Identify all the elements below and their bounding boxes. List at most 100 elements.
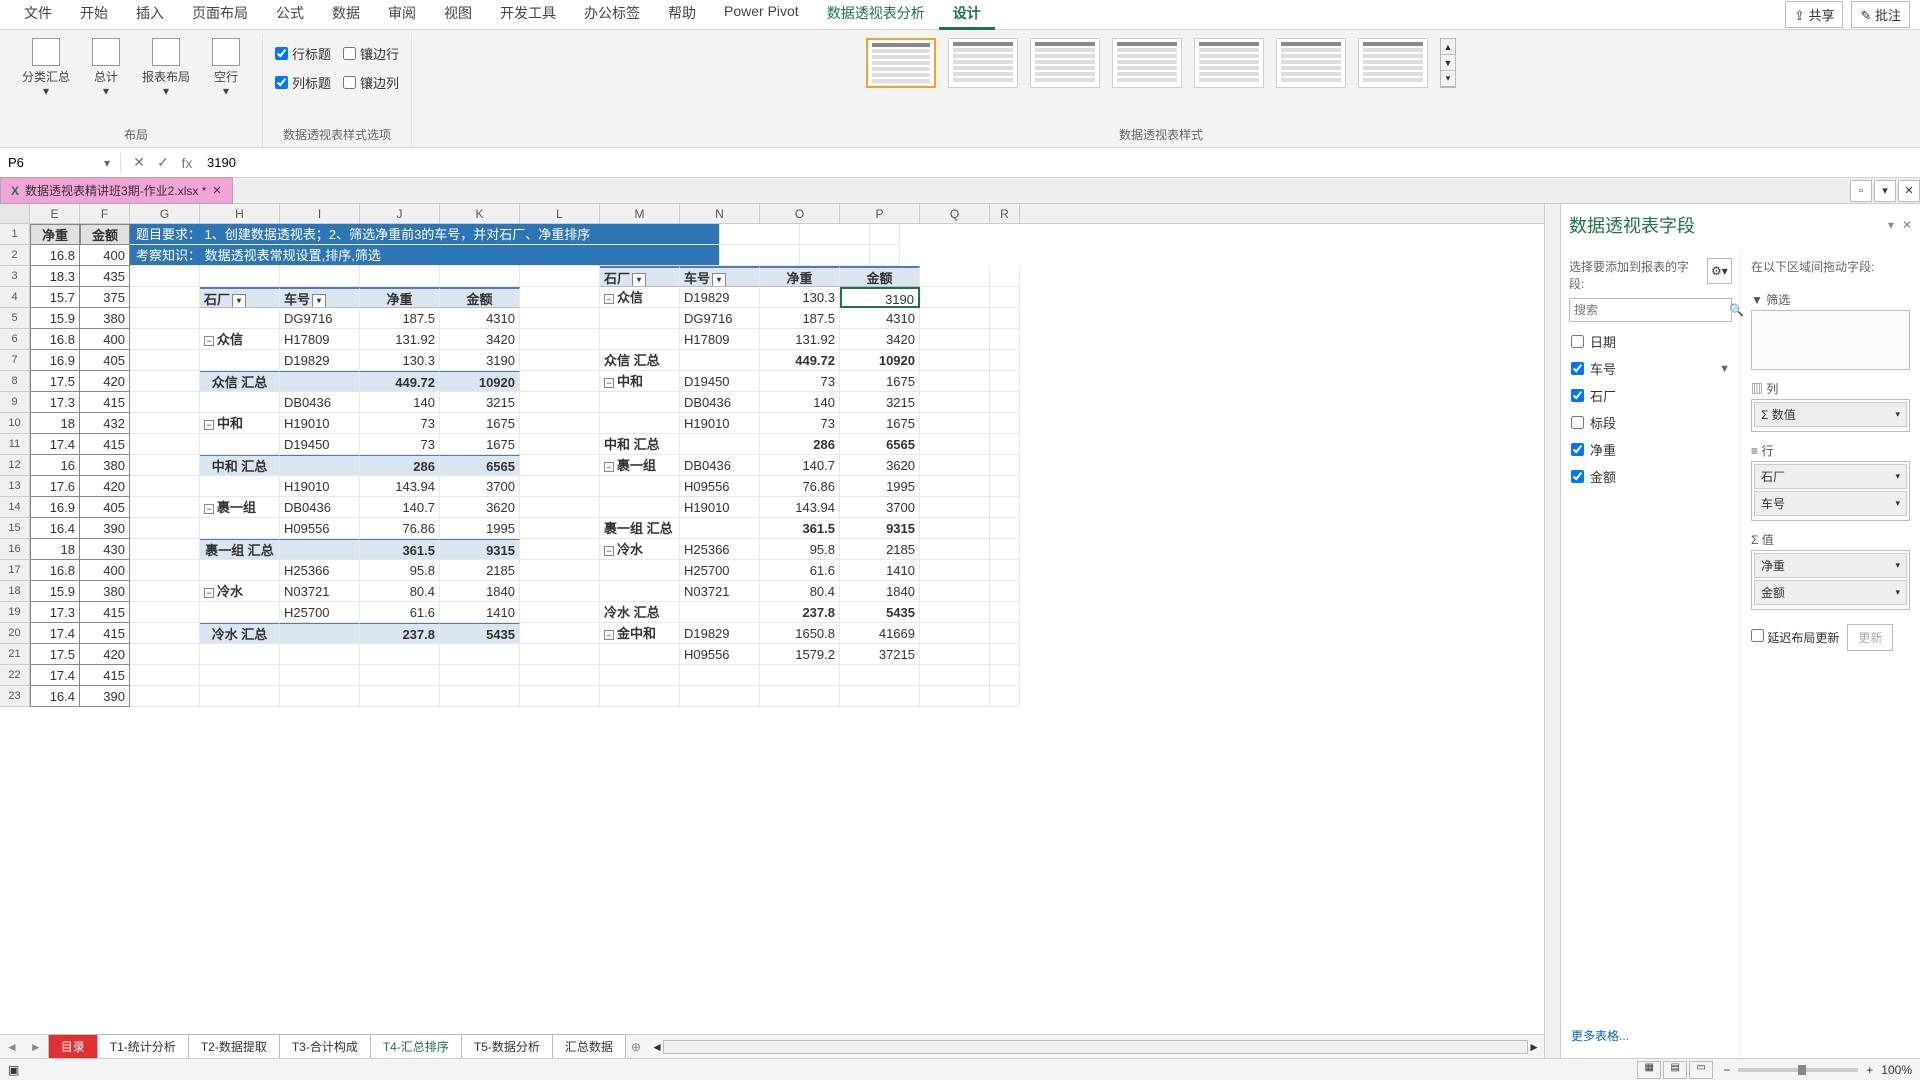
subtotal-button[interactable]: 分类汇总 ▾ xyxy=(22,34,70,98)
cell[interactable]: 41669 xyxy=(840,623,920,644)
cell[interactable]: 车号▾ xyxy=(280,287,360,308)
cell[interactable] xyxy=(760,686,840,707)
close-tab-icon[interactable]: ✕ xyxy=(212,184,221,197)
cell[interactable]: H09556 xyxy=(680,476,760,497)
cell[interactable] xyxy=(520,392,600,413)
grandtotal-button[interactable]: 总计 ▾ xyxy=(82,34,130,98)
row-header[interactable]: 9 xyxy=(0,392,30,413)
cell[interactable] xyxy=(130,602,200,623)
row-header[interactable]: 5 xyxy=(0,308,30,329)
horizontal-scrollbar[interactable]: ◄► xyxy=(647,1040,1544,1054)
cell[interactable]: 1840 xyxy=(440,581,520,602)
cell[interactable]: −众信 xyxy=(200,329,280,350)
field-pane-gear-icon[interactable]: ⚙▾ xyxy=(1707,258,1732,284)
cell[interactable]: 95.8 xyxy=(760,539,840,560)
cell[interactable]: 石厂▾ xyxy=(600,266,680,287)
cell[interactable] xyxy=(520,266,600,287)
cell[interactable]: 415 xyxy=(80,665,130,686)
ribbon-tab[interactable]: 文件 xyxy=(10,0,66,30)
cell[interactable] xyxy=(600,686,680,707)
cell[interactable]: 2185 xyxy=(840,539,920,560)
ribbon-tab[interactable]: 数据透视表分析 xyxy=(813,0,939,30)
cell[interactable] xyxy=(280,539,360,560)
sheet-tab[interactable]: T1-统计分析 xyxy=(97,1034,189,1059)
cell[interactable] xyxy=(200,392,280,413)
column-header[interactable]: E xyxy=(30,204,80,223)
cell[interactable] xyxy=(990,455,1020,476)
cell[interactable]: 15.9 xyxy=(30,308,80,329)
cell[interactable]: 1410 xyxy=(440,602,520,623)
cell[interactable]: H19010 xyxy=(280,476,360,497)
cell[interactable] xyxy=(920,371,990,392)
cell[interactable]: 187.5 xyxy=(360,308,440,329)
formula-input[interactable] xyxy=(199,151,1920,174)
cell[interactable]: 237.8 xyxy=(760,602,840,623)
cell[interactable] xyxy=(990,266,1020,287)
ribbon-tab[interactable]: 视图 xyxy=(430,0,486,30)
cell[interactable]: 17.4 xyxy=(30,623,80,644)
cell[interactable]: 380 xyxy=(80,581,130,602)
pivot-style-thumb[interactable] xyxy=(1194,38,1264,88)
values-area[interactable]: Σ 值净重▾金额▾ xyxy=(1751,529,1910,610)
cell[interactable]: 中和 汇总 xyxy=(600,434,680,455)
fx-icon[interactable]: fx xyxy=(175,155,199,171)
cell[interactable] xyxy=(990,287,1020,308)
row-header[interactable]: 23 xyxy=(0,686,30,707)
window-options-button[interactable]: ▫ xyxy=(1850,180,1872,202)
cell[interactable] xyxy=(200,266,280,287)
cell[interactable]: 18.3 xyxy=(30,266,80,287)
filter-area[interactable]: ▼ 筛选 xyxy=(1751,289,1910,370)
pivot-style-thumb[interactable] xyxy=(1112,38,1182,88)
grid-rows[interactable]: 1净重金额题目要求： 1、创建数据透视表；2、筛选净重前3的车号，并对石厂、净重… xyxy=(0,224,1544,707)
zoom-level[interactable]: 100% xyxy=(1881,1063,1912,1077)
cell[interactable]: 140 xyxy=(760,392,840,413)
cell[interactable] xyxy=(760,665,840,686)
pivot-style-thumb[interactable] xyxy=(1030,38,1100,88)
cell[interactable]: 4310 xyxy=(440,308,520,329)
sheet-tab[interactable]: T5-数据分析 xyxy=(461,1034,553,1059)
collapse-icon[interactable]: − xyxy=(204,336,214,346)
cell[interactable]: D19450 xyxy=(680,371,760,392)
cell[interactable]: 6565 xyxy=(840,434,920,455)
cell[interactable] xyxy=(600,308,680,329)
cell[interactable]: 449.72 xyxy=(360,371,440,392)
cell[interactable]: 17.5 xyxy=(30,371,80,392)
cell[interactable]: 80.4 xyxy=(360,581,440,602)
cell[interactable] xyxy=(130,392,200,413)
cell[interactable]: 380 xyxy=(80,308,130,329)
cell[interactable]: 裹一组 汇总 xyxy=(600,518,680,539)
cell[interactable] xyxy=(990,686,1020,707)
cell[interactable]: 金额 xyxy=(840,266,920,287)
zoom-in-button[interactable]: + xyxy=(1866,1063,1873,1077)
pivot-style-thumb[interactable] xyxy=(1276,38,1346,88)
page-layout-view-button[interactable]: ▤ xyxy=(1663,1061,1687,1079)
cell[interactable] xyxy=(920,434,990,455)
row-header[interactable]: 2 xyxy=(0,245,30,266)
cell[interactable] xyxy=(440,644,520,665)
column-header[interactable]: L xyxy=(520,204,600,223)
cell[interactable] xyxy=(920,665,990,686)
cell[interactable] xyxy=(520,644,600,665)
update-button[interactable]: 更新 xyxy=(1847,624,1893,651)
cell[interactable]: DB0436 xyxy=(280,392,360,413)
cell[interactable] xyxy=(200,560,280,581)
cell[interactable]: 61.6 xyxy=(360,602,440,623)
cell[interactable]: 17.3 xyxy=(30,602,80,623)
field-search-input[interactable] xyxy=(1574,303,1729,317)
cell[interactable] xyxy=(520,539,600,560)
row-header[interactable]: 15 xyxy=(0,518,30,539)
cell[interactable] xyxy=(920,539,990,560)
cell[interactable] xyxy=(520,413,600,434)
cell[interactable]: N03721 xyxy=(680,581,760,602)
cell[interactable]: 2185 xyxy=(440,560,520,581)
cell[interactable]: 净重 xyxy=(30,224,80,245)
cell[interactable]: 187.5 xyxy=(760,308,840,329)
cell[interactable]: 415 xyxy=(80,392,130,413)
cell[interactable] xyxy=(520,686,600,707)
row-header[interactable]: 13 xyxy=(0,476,30,497)
cell[interactable]: 3190 xyxy=(440,350,520,371)
cell[interactable] xyxy=(920,287,990,308)
cell[interactable] xyxy=(520,602,600,623)
row-header[interactable]: 16 xyxy=(0,539,30,560)
cell[interactable] xyxy=(600,413,680,434)
